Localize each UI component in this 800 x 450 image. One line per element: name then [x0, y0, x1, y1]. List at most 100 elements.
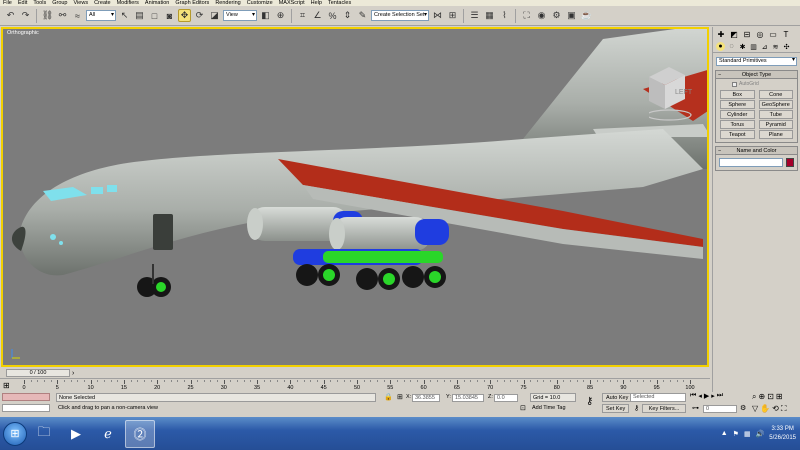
percent-snap-icon[interactable]: %	[326, 9, 339, 22]
field-of-view-icon[interactable]: ▽	[752, 404, 758, 414]
cameras-icon[interactable]: ▥	[749, 42, 758, 51]
select-and-rotate-icon[interactable]: ⟳	[193, 9, 206, 22]
cylinder-button[interactable]: Cylinder	[720, 110, 755, 119]
window-crossing-icon[interactable]: ◙	[163, 9, 176, 22]
select-by-name-icon[interactable]: ▤	[133, 9, 146, 22]
autogrid-check-icon[interactable]	[732, 81, 737, 87]
geosphere-button[interactable]: GeoSphere	[758, 100, 793, 109]
cone-button[interactable]: Cone	[758, 90, 793, 99]
shapes-icon[interactable]: ◌	[727, 42, 736, 51]
name-and-color-rollout-header[interactable]: − Name and Color	[716, 147, 797, 155]
y-coordinate-field[interactable]: 15.03845	[452, 394, 484, 402]
select-object-icon[interactable]: ↖	[118, 9, 131, 22]
ribbon-icon[interactable]: ▦	[483, 9, 496, 22]
3dsmax-taskbar-icon[interactable]: ⓶	[125, 419, 155, 448]
unlink-icon[interactable]: ⚯	[56, 9, 69, 22]
play-icon[interactable]: ▶	[704, 392, 709, 400]
snap-toggle-icon[interactable]: ⌗	[296, 9, 309, 22]
tube-button[interactable]: Tube	[758, 110, 793, 119]
plane-button[interactable]: Plane	[758, 130, 793, 139]
time-slider[interactable]: 0 / 100	[6, 369, 70, 377]
object-name-field[interactable]	[719, 158, 783, 167]
flag-icon[interactable]: ⚑	[733, 430, 739, 438]
utilities-tab-icon[interactable]: T	[781, 29, 791, 39]
autogrid-checkbox[interactable]: AutoGrid	[716, 79, 797, 89]
collapse-icon[interactable]: −	[718, 147, 721, 155]
pyramid-button[interactable]: Pyramid	[758, 120, 793, 129]
track-bar[interactable]: ⊞ 0 5 10 15 20 25 30 35 40 45 50 55 60 65 70 75 80 85 90 95…	[0, 378, 710, 392]
undo-icon[interactable]: ↶	[4, 9, 17, 22]
next-frame-arrow-icon[interactable]: ›	[72, 370, 74, 377]
zoom-icon[interactable]: ⌕	[752, 392, 756, 402]
key-mode-toggle-icon[interactable]: ⊶	[690, 404, 699, 413]
clock[interactable]: 3:33 PM 5/26/2015	[769, 425, 796, 443]
zoom-all-icon[interactable]: ⊕	[758, 392, 765, 402]
mini-curve-editor-icon[interactable]: ⊞	[3, 381, 10, 390]
pan-view-icon[interactable]: ✋	[760, 404, 770, 414]
box-button[interactable]: Box	[720, 90, 755, 99]
render-production-icon[interactable]: ☕	[580, 9, 593, 22]
time-config-icon[interactable]: ⚙	[738, 404, 746, 413]
start-button-icon[interactable]: ⊞	[3, 421, 27, 446]
spacewarps-icon[interactable]: ≋	[771, 42, 780, 51]
key-filters-button[interactable]: Key Filters...	[642, 404, 686, 413]
media-player-taskbar-icon[interactable]: ▶	[61, 420, 91, 448]
curve-editor-icon[interactable]: ⌇	[498, 9, 511, 22]
previous-frame-icon[interactable]: ◂	[698, 392, 702, 400]
auto-key-button[interactable]: Auto Key	[602, 393, 633, 402]
schematic-view-icon[interactable]: ⛶	[520, 9, 533, 22]
key-icon[interactable]: ⚷	[584, 397, 593, 407]
lock-selection-icon[interactable]: 🔒	[382, 393, 393, 402]
create-tab-icon[interactable]: ✚	[716, 29, 726, 39]
sphere-button[interactable]: Sphere	[720, 100, 755, 109]
selection-filter-dropdown[interactable]: All	[86, 10, 116, 21]
show-hidden-icons-icon[interactable]: ▲	[721, 430, 728, 437]
material-editor-icon[interactable]: ◉	[535, 9, 548, 22]
go-to-start-icon[interactable]: ⏮	[690, 392, 696, 400]
hierarchy-tab-icon[interactable]: ⊟	[742, 29, 752, 39]
link-icon[interactable]: ⛓	[41, 9, 54, 22]
viewport-label[interactable]: Orthographic	[7, 30, 39, 36]
set-key-button[interactable]: Set Key	[602, 404, 630, 413]
pivot-center-icon[interactable]: ◧	[259, 9, 272, 22]
edit-named-selection-icon[interactable]: ✎	[356, 9, 369, 22]
geometry-icon[interactable]: ●	[716, 42, 725, 51]
select-and-scale-icon[interactable]: ◪	[208, 9, 221, 22]
systems-icon[interactable]: ✣	[782, 42, 791, 51]
absolute-mode-icon[interactable]: ⊞	[395, 393, 403, 402]
explorer-taskbar-icon[interactable]: 🗀	[29, 420, 59, 448]
named-selection-set-dropdown[interactable]: Create Selection Set	[371, 10, 429, 21]
x-coordinate-field[interactable]: 36.3855	[412, 394, 440, 402]
manipulate-icon[interactable]: ⊕	[274, 9, 287, 22]
rendered-frame-window-icon[interactable]: ▣	[565, 9, 578, 22]
redo-icon[interactable]: ↷	[19, 9, 32, 22]
go-to-end-icon[interactable]: ⏭	[717, 392, 723, 400]
internet-explorer-taskbar-icon[interactable]: ℯ	[93, 420, 123, 448]
motion-tab-icon[interactable]: ◎	[755, 29, 765, 39]
maxscript-mini-input[interactable]	[2, 404, 50, 412]
object-color-swatch[interactable]	[786, 158, 794, 167]
select-and-move-icon[interactable]: ✥	[178, 9, 191, 22]
network-icon[interactable]: ▦	[744, 430, 751, 438]
layer-manager-icon[interactable]: ☰	[468, 9, 481, 22]
viewport-orthographic[interactable]: Orthographic LEFT	[1, 27, 709, 367]
primitive-category-dropdown[interactable]: Standard Primitives	[716, 57, 797, 66]
helpers-icon[interactable]: ⊿	[760, 42, 769, 51]
collapse-icon[interactable]: −	[718, 71, 721, 79]
modify-tab-icon[interactable]: ◩	[729, 29, 739, 39]
mirror-icon[interactable]: ⋈	[431, 9, 444, 22]
teapot-button[interactable]: Teapot	[720, 130, 755, 139]
orbit-icon[interactable]: ⟲	[772, 404, 779, 414]
key-mode-dropdown[interactable]: Selected	[630, 393, 686, 402]
align-icon[interactable]: ⊞	[446, 9, 459, 22]
spinner-snap-icon[interactable]: ⇕	[341, 9, 354, 22]
current-frame-field[interactable]: 0	[703, 405, 737, 413]
volume-icon[interactable]: 🔊	[756, 430, 765, 438]
add-time-tag[interactable]: Add Time Tag	[530, 404, 566, 413]
zoom-extents-all-icon[interactable]: ⊞	[776, 392, 783, 402]
maxscript-listener-mini[interactable]	[2, 393, 50, 401]
angle-snap-icon[interactable]: ∠	[311, 9, 324, 22]
reference-coord-dropdown[interactable]: View	[223, 10, 257, 21]
z-coordinate-field[interactable]: 0.0	[494, 394, 518, 402]
time-tag-icon[interactable]: ⊡	[518, 404, 526, 413]
